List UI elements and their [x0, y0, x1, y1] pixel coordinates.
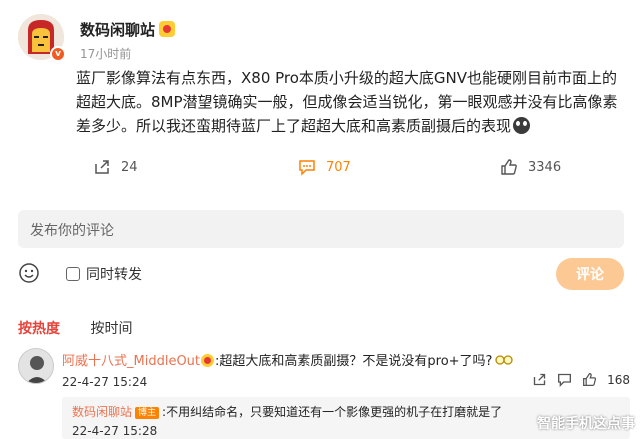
- simultaneous-repost-label: 同时转发: [86, 267, 142, 283]
- emoji-picker-icon[interactable]: [18, 262, 40, 284]
- comment-actions: 168: [522, 372, 630, 387]
- reply-user-name[interactable]: 数码闲聊站: [72, 405, 132, 419]
- repost-count: 24: [121, 159, 138, 175]
- badge-icon: [201, 354, 215, 367]
- repost-button[interactable]: 24: [93, 152, 138, 182]
- comment-input[interactable]: 发布你的评论: [18, 210, 624, 248]
- comment-like-count: 168: [607, 372, 630, 387]
- poster-tag: 博主: [135, 407, 160, 419]
- post-actions: 24 707 3346: [0, 152, 641, 182]
- comment-item: 阿威十八式_MiddleOut:超超大底和高素质副摄？不是说没有pro+了吗? …: [18, 348, 630, 392]
- like-button[interactable]: 3346: [500, 152, 561, 182]
- emoji-icon: [513, 117, 531, 134]
- like-count: 3346: [528, 159, 562, 175]
- reply-text: :不用纠结命名，只要知道还有一个影像更强的机子在打磨就是了: [162, 405, 503, 419]
- author-name-text[interactable]: 数码闲聊站: [80, 21, 155, 39]
- comment-count: 707: [326, 159, 351, 175]
- post-time[interactable]: 17小时前: [80, 45, 131, 62]
- comment-icon[interactable]: [557, 372, 572, 387]
- author-avatar[interactable]: v: [18, 14, 68, 64]
- verified-icon: v: [50, 46, 66, 62]
- author-badge-icon: [159, 21, 176, 37]
- repost-icon[interactable]: [532, 372, 547, 387]
- comment-text: :超超大底和高素质副摄？不是说没有pro+了吗?: [215, 354, 493, 369]
- commenter-name[interactable]: 阿威十八式_MiddleOut: [62, 354, 200, 369]
- checkbox-icon[interactable]: [66, 267, 80, 281]
- repost-icon: [95, 160, 109, 174]
- simultaneous-repost-option[interactable]: 同时转发: [66, 264, 142, 284]
- submit-comment-button[interactable]: 评论: [556, 258, 624, 290]
- composer-toolbar: 同时转发 评论: [18, 258, 624, 290]
- like-icon[interactable]: [582, 372, 597, 387]
- comment-time: 22-4-27 15:24: [62, 375, 148, 389]
- comment-icon: [299, 160, 315, 176]
- post-header: v 数码闲聊站 17小时前: [18, 14, 378, 64]
- person-avatar-icon: [19, 349, 53, 383]
- commenter-avatar[interactable]: [18, 348, 54, 384]
- sort-tabs: 按热度 按时间: [18, 318, 158, 338]
- comment-line: 阿威十八式_MiddleOut :超超大底和高素质副摄？不是说没有pro+了吗?: [62, 350, 514, 369]
- post-text-content: 蓝厂影像算法有点东西，X80 Pro本质小升级的超大底GNV也能硬刚目前市面上的…: [76, 69, 618, 135]
- tab-time[interactable]: 按时间: [90, 318, 132, 338]
- like-icon: [501, 159, 517, 175]
- reply-line: 数码闲聊站 博主:不用纠结命名，只要知道还有一个影像更强的机子在打磨就是了: [72, 403, 502, 420]
- comment-button[interactable]: 707: [298, 152, 351, 182]
- tab-hot[interactable]: 按热度: [18, 318, 60, 338]
- author-name[interactable]: 数码闲聊站: [80, 19, 176, 40]
- glasses-emoji-icon: [495, 355, 514, 365]
- post-text: 蓝厂影像算法有点东西，X80 Pro本质小升级的超大底GNV也能硬刚目前市面上的…: [76, 66, 632, 138]
- reply-time: 22-4-27 15:28: [72, 424, 158, 438]
- watermark-text: 智能手机这点事: [537, 416, 635, 432]
